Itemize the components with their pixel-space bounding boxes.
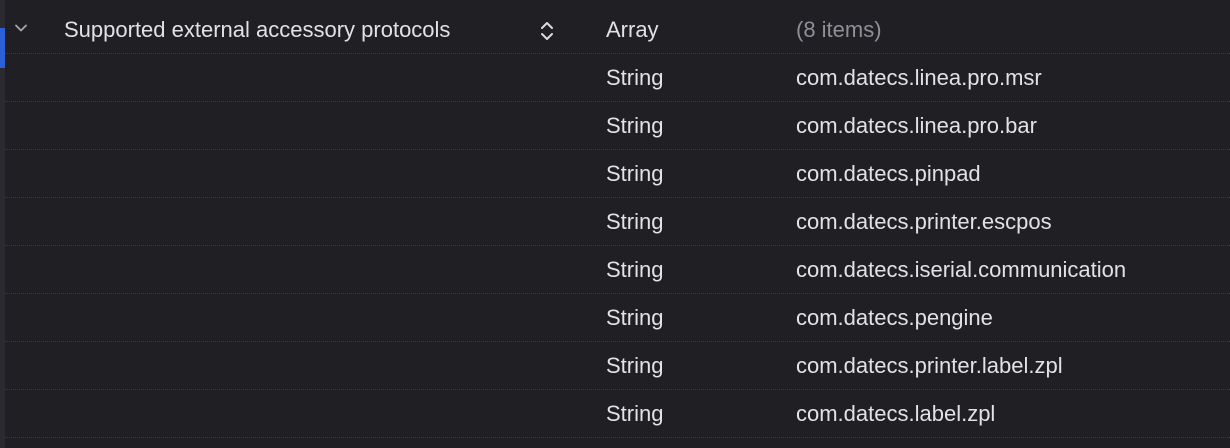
- plist-row[interactable]: String com.datecs.pinpad: [5, 150, 1230, 198]
- plist-row[interactable]: String com.datecs.linea.pro.msr: [5, 54, 1230, 102]
- plist-value[interactable]: com.datecs.printer.escpos: [796, 209, 1052, 235]
- plist-value[interactable]: com.datecs.printer.label.zpl: [796, 353, 1063, 379]
- chevron-down-icon[interactable]: [13, 20, 29, 36]
- plist-row[interactable]: String com.datecs.printer.escpos: [5, 198, 1230, 246]
- plist-value[interactable]: com.datecs.pengine: [796, 305, 993, 331]
- plist-type[interactable]: String: [606, 161, 663, 187]
- plist-value[interactable]: com.datecs.linea.pro.bar: [796, 113, 1037, 139]
- plist-type[interactable]: String: [606, 209, 663, 235]
- plist-row[interactable]: String com.datecs.printer.label.zpl: [5, 342, 1230, 390]
- plist-rows: Supported external accessory protocols A…: [5, 6, 1230, 438]
- plist-type[interactable]: Array: [606, 17, 659, 43]
- plist-type[interactable]: String: [606, 65, 663, 91]
- plist-row-parent[interactable]: Supported external accessory protocols A…: [5, 6, 1230, 54]
- plist-row[interactable]: String com.datecs.label.zpl: [5, 390, 1230, 438]
- plist-type[interactable]: String: [606, 353, 663, 379]
- plist-value[interactable]: com.datecs.pinpad: [796, 161, 981, 187]
- plist-value[interactable]: com.datecs.linea.pro.msr: [796, 65, 1042, 91]
- plist-type[interactable]: String: [606, 257, 663, 283]
- plist-value: (8 items): [796, 17, 882, 42]
- plist-value[interactable]: com.datecs.label.zpl: [796, 401, 995, 427]
- plist-row[interactable]: String com.datecs.linea.pro.bar: [5, 102, 1230, 150]
- plist-row[interactable]: String com.datecs.iserial.communication: [5, 246, 1230, 294]
- plist-row[interactable]: String com.datecs.pengine: [5, 294, 1230, 342]
- plist-editor: Supported external accessory protocols A…: [0, 0, 1230, 448]
- plist-value[interactable]: com.datecs.iserial.communication: [796, 257, 1126, 283]
- plist-type[interactable]: String: [606, 305, 663, 331]
- plist-key[interactable]: Supported external accessory protocols: [64, 17, 450, 43]
- plist-type[interactable]: String: [606, 113, 663, 139]
- plist-type[interactable]: String: [606, 401, 663, 427]
- up-down-chevron-icon[interactable]: [537, 19, 557, 43]
